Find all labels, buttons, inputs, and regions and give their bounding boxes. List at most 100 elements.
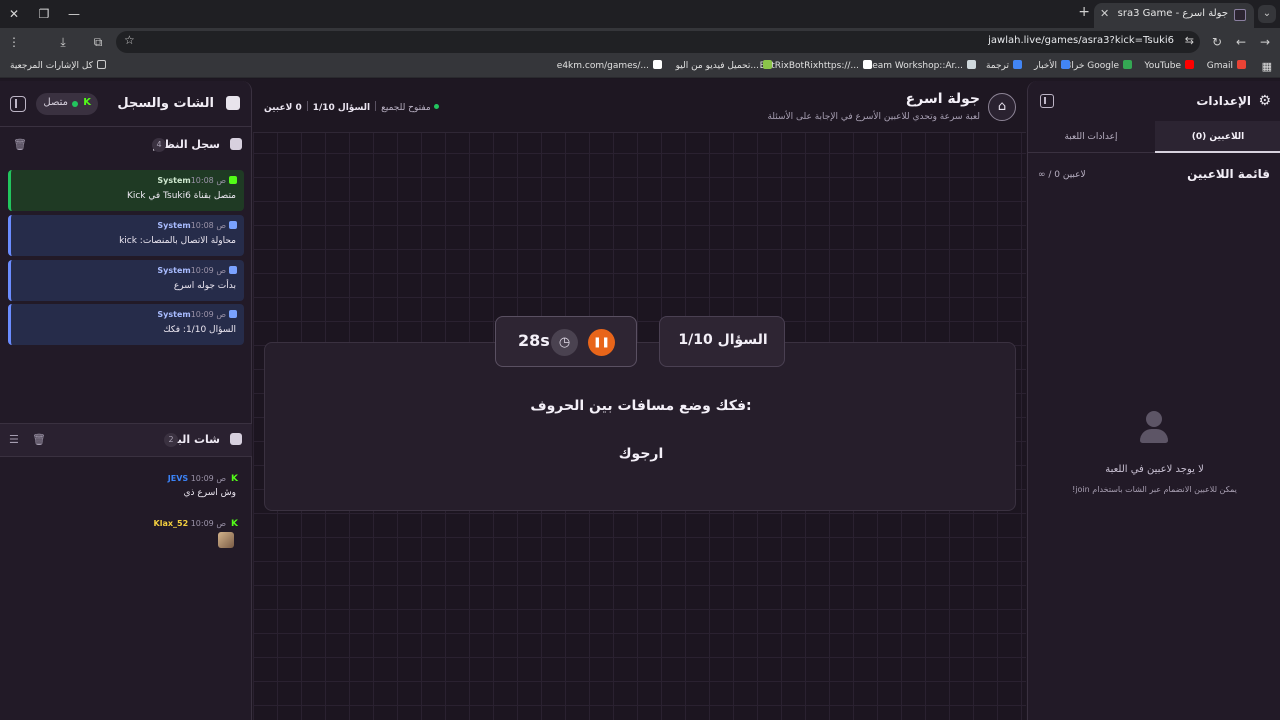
folder-icon — [96, 60, 106, 69]
system-icon — [229, 310, 237, 318]
log-text: بدأت جوله اسرع — [173, 281, 236, 291]
forward-icon[interactable]: ← — [1232, 33, 1250, 51]
question-progress: السؤال 1/10 — [312, 103, 371, 113]
close-window-icon[interactable]: ✕ — [4, 5, 24, 23]
question-number-label: السؤال 1/10 — [678, 332, 768, 348]
extensions-icon[interactable]: ⧉ — [89, 33, 107, 51]
align-icon[interactable]: ☰ — [9, 434, 19, 446]
all-bookmarks[interactable]: كل الإشارات المرجعية — [10, 60, 106, 71]
tab-close-icon[interactable]: ✕ — [1100, 7, 1109, 20]
log-entry: System10:08 ص محاولة الاتصال بالمنصات: k… — [8, 215, 244, 256]
system-log-header: سجل النظام 4 🗑 — [0, 129, 252, 163]
stream-chat-count: 2 — [164, 433, 178, 447]
bookmark-steam[interactable]: Steam Workshop::Ar... — [863, 60, 976, 71]
chat-message: K Klax_52 10:09 ص — [0, 519, 252, 559]
question-number-box: السؤال 1/10 — [659, 316, 785, 367]
bookmarks-bar: Gmail YouTube خرائط Google الأخبار ترجمة… — [0, 56, 1280, 78]
players-list-count: ∞ / 0 لاعبين — [1038, 170, 1086, 180]
log-meta: System10:08 ص — [157, 221, 226, 230]
collapse-right-panel-icon[interactable] — [1040, 94, 1054, 108]
game-state: مفتوح للجميع — [381, 103, 431, 113]
address-bar[interactable]: ☆ jawlah.live/games/asra3?kick=Tsuki6 ⇆ — [116, 31, 1200, 53]
settings-title: الإعدادات — [1196, 94, 1251, 108]
url-text: jawlah.live/games/asra3?kick=Tsuki6 — [988, 35, 1174, 46]
log-text: محاولة الاتصال بالمنصات: kick — [119, 236, 236, 246]
game-stats: مفتوح للجميع السؤال 1/10 0 لاعبين — [264, 101, 439, 113]
pause-icon: ❚❚ — [593, 337, 610, 348]
question-text: فكك وضع مسافات بين الحروف: — [530, 398, 752, 414]
tab-game-settings[interactable]: إعدادات اللعبة — [1028, 121, 1154, 153]
chat-panel-title: الشات والسجل — [117, 96, 214, 111]
players-list-title: قائمة اللاعبين — [1187, 167, 1270, 181]
settings-header: ⚙ الإعدادات — [1028, 81, 1280, 121]
bookmark-botrix[interactable]: BotRixBotRixhttps://... — [760, 60, 872, 71]
kick-icon: K — [83, 97, 91, 108]
bookmark-news[interactable]: الأخبار — [1034, 60, 1070, 71]
chat-message: K JEVS 10:09 ص وش اسرع ذي — [0, 474, 252, 514]
app-root: الشات والسجل K متصل سجل النظام 4 🗑 Syste… — [0, 79, 1280, 720]
game-title: جولة اسرع — [905, 91, 980, 107]
bookmark-video-download[interactable]: تحميل فيديو من اليو... — [676, 60, 772, 71]
log-meta: System10:08 ص — [157, 176, 226, 185]
connection-status-label: متصل — [43, 97, 68, 108]
log-meta: System10:09 ص — [157, 266, 226, 275]
download-icon[interactable]: ⤓ — [54, 33, 72, 51]
stream-chat-header: شات البث 2 🗑 ☰ — [0, 423, 252, 457]
gmail-icon — [1237, 60, 1246, 69]
pause-button[interactable]: ❚❚ — [588, 329, 615, 356]
collapse-left-panel-icon[interactable] — [10, 96, 26, 112]
timer-value: 28s — [518, 331, 550, 350]
chat-panel-header: الشات والسجل K متصل — [0, 81, 252, 127]
clear-log-trash-icon[interactable]: 🗑 — [13, 139, 27, 151]
restore-window-icon[interactable]: ❐ — [34, 5, 54, 23]
empty-players-title: لا يوجد لاعبين في اللعبة — [1105, 464, 1204, 475]
system-icon — [229, 266, 237, 274]
clock-icon: ◷ — [551, 329, 578, 356]
kick-icon: K — [231, 474, 238, 484]
kick-icon: K — [231, 519, 238, 529]
bookmark-youtube[interactable]: YouTube — [1144, 60, 1194, 71]
game-area: ⌂ جولة اسرع لعبة سرعة وتحدي للاعبين الأس… — [253, 81, 1026, 720]
reload-icon[interactable]: ↻ — [1208, 33, 1226, 51]
online-dot-icon — [72, 101, 78, 107]
user-icon — [1138, 411, 1170, 447]
system-icon — [229, 221, 237, 229]
game-header: ⌂ جولة اسرع لعبة سرعة وتحدي للاعبين الأس… — [253, 81, 1026, 133]
back-icon[interactable]: → — [1256, 33, 1274, 51]
players-count: 0 لاعبين — [264, 103, 302, 113]
settings-panel: ⚙ الإعدادات اللاعبين (0) إعدادات اللعبة … — [1027, 81, 1280, 720]
chat-username[interactable]: JEVS — [168, 474, 188, 483]
question-card: فكك وضع مسافات بين الحروف: ارجوك — [264, 342, 1016, 511]
home-button[interactable]: ⌂ — [988, 93, 1016, 121]
e4km-icon — [653, 60, 662, 69]
bookmark-star-icon[interactable]: ☆ — [124, 33, 135, 47]
timer-box: ❚❚ ◷ 28s — [495, 316, 637, 367]
chat-icon — [226, 96, 240, 110]
apps-icon[interactable]: ▦ — [1262, 60, 1272, 73]
bookmark-gmail[interactable]: Gmail — [1207, 60, 1246, 71]
clear-chat-trash-icon[interactable]: 🗑 — [32, 434, 46, 446]
chat-text: وش اسرع ذي — [183, 488, 236, 498]
site-settings-icon[interactable]: ⇆ — [1185, 34, 1194, 47]
bookmark-e4km[interactable]: e4km.com/games/... — [557, 60, 662, 71]
connection-status-badge: K متصل — [36, 93, 98, 115]
new-tab-icon[interactable]: + — [1078, 4, 1090, 20]
translate-icon — [1013, 60, 1022, 69]
youtube-icon — [1185, 60, 1194, 69]
browser-tab[interactable]: جولة اسرع - Asra3 Game | جوله ✕ — [1094, 3, 1254, 28]
minimize-window-icon[interactable]: — — [64, 5, 84, 23]
chat-meta: JEVS 10:09 ص — [167, 474, 226, 483]
tab-title: جولة اسرع - Asra3 Game | جوله — [1118, 8, 1228, 19]
system-log-count: 4 — [152, 138, 166, 152]
log-meta: System10:09 ص — [157, 310, 226, 319]
tab-players[interactable]: اللاعبين (0) — [1155, 121, 1280, 153]
bookmark-maps[interactable]: خرائط Google — [1060, 60, 1132, 71]
tab-search-icon[interactable]: ⌄ — [1258, 5, 1276, 23]
bookmark-translate[interactable]: ترجمة — [986, 60, 1022, 71]
maps-icon — [1123, 60, 1132, 69]
menu-icon[interactable]: ⋮ — [5, 33, 23, 51]
chat-username[interactable]: Klax_52 — [154, 519, 189, 528]
tab-favicon-icon — [1234, 9, 1246, 21]
log-entry: System10:09 ص بدأت جوله اسرع — [8, 260, 244, 301]
gear-icon: ⚙ — [1258, 93, 1271, 109]
